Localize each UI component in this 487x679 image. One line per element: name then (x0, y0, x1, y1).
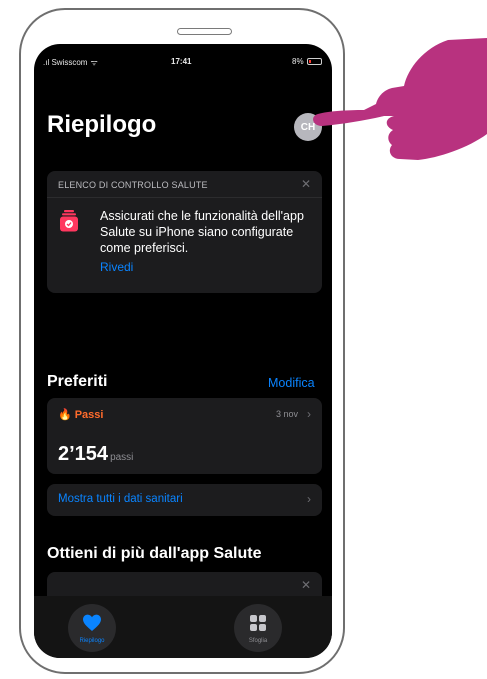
close-icon[interactable]: ✕ (301, 578, 311, 592)
health-checklist-card[interactable]: ELENCO DI CONTROLLO SALUTE ✕ Assicurati … (47, 171, 322, 293)
wifi-icon: ᯤ (90, 58, 98, 67)
tutorial-illustration: .ıl Swisscom ᯤ 17:41 8% Riepilogo CH ELEN… (0, 0, 487, 679)
steps-date: 3 nov (275, 409, 298, 419)
heart-icon (83, 614, 101, 631)
chevron-right-icon: › (307, 407, 311, 421)
steps-value: 2’154 passi (58, 443, 134, 465)
show-all-health-data-button[interactable]: Mostra tutti i dati sanitari › (47, 484, 322, 516)
page-title: Riepilogo (47, 111, 157, 138)
tab-summary-label: Riepilogo (79, 638, 105, 644)
steps-label: 🔥 Passi (58, 409, 104, 421)
tab-summary[interactable]: Riepilogo (68, 604, 116, 652)
edit-favorites-link[interactable]: Modifica (268, 376, 315, 390)
steps-unit: passi (110, 452, 134, 463)
tab-browse[interactable]: Sfoglia (234, 604, 282, 652)
phone-speaker (177, 28, 232, 35)
favorites-title: Preferiti (47, 373, 108, 390)
carrier: .ıl Swisscom ᯤ (43, 58, 98, 67)
grid-icon (250, 615, 266, 631)
show-all-label: Mostra tutti i dati sanitari (58, 493, 183, 505)
status-time: 17:41 (171, 57, 192, 66)
health-checklist-icon (60, 210, 78, 232)
close-icon[interactable]: ✕ (301, 177, 311, 191)
pointing-hand-icon (313, 38, 487, 160)
steps-card[interactable]: 🔥 Passi 3 nov › 2’154 passi (47, 398, 322, 474)
flame-icon: 🔥 (58, 409, 72, 421)
checklist-title: ELENCO DI CONTROLLO SALUTE (58, 180, 208, 190)
more-section-title: Ottieni di più dall'app Salute (47, 545, 262, 562)
checklist-header: ELENCO DI CONTROLLO SALUTE ✕ (47, 171, 322, 198)
chevron-right-icon: › (307, 492, 311, 506)
checklist-message: Assicurati che le funzionalità dell'app … (100, 209, 304, 255)
review-link[interactable]: Rivedi (100, 260, 133, 274)
tab-browse-label: Sfoglia (248, 638, 268, 644)
